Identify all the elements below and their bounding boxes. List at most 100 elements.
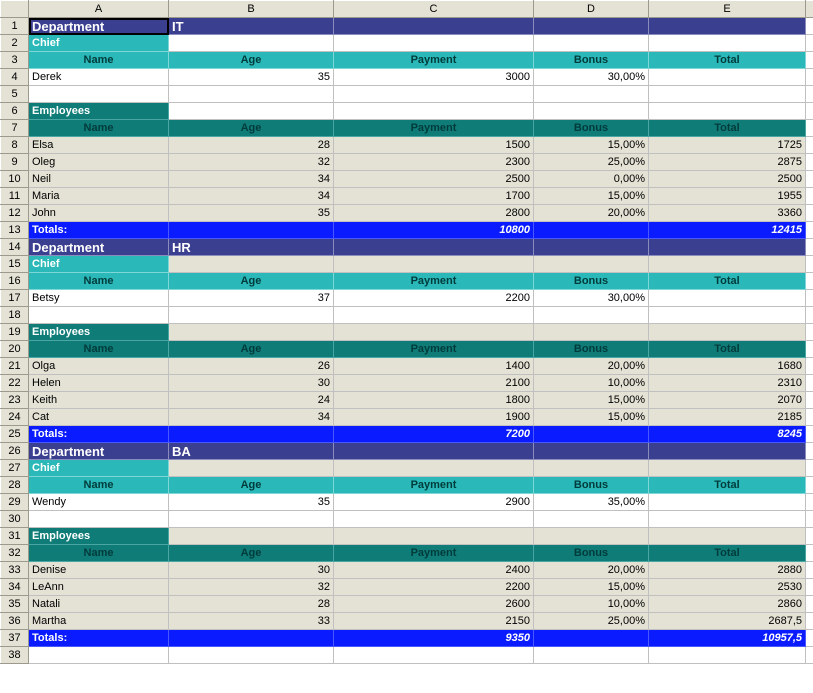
cell-partial[interactable] bbox=[806, 239, 813, 256]
row-header[interactable]: 30 bbox=[1, 511, 29, 528]
cell-partial[interactable] bbox=[806, 392, 813, 409]
empty-cell[interactable] bbox=[29, 511, 169, 528]
row-header[interactable]: 12 bbox=[1, 205, 29, 222]
row-header[interactable]: 18 bbox=[1, 307, 29, 324]
chief-payment[interactable]: 3000 bbox=[334, 69, 534, 86]
cell-partial[interactable] bbox=[806, 630, 813, 647]
emp-name[interactable]: Helen bbox=[29, 375, 169, 392]
empty-cell[interactable] bbox=[29, 86, 169, 103]
empty-cell[interactable] bbox=[334, 460, 534, 477]
empty-cell[interactable] bbox=[334, 647, 534, 664]
emp-total[interactable]: 2070 bbox=[649, 392, 806, 409]
cell-partial[interactable] bbox=[806, 171, 813, 188]
empty-cell[interactable] bbox=[169, 307, 334, 324]
emp-bonus[interactable]: 15,00% bbox=[534, 392, 649, 409]
cell-partial[interactable] bbox=[806, 477, 813, 494]
cell-partial[interactable] bbox=[806, 647, 813, 664]
col-header-A[interactable]: A bbox=[29, 1, 169, 18]
row-header[interactable]: 35 bbox=[1, 596, 29, 613]
emp-age[interactable]: 34 bbox=[169, 188, 334, 205]
empty-cell[interactable] bbox=[169, 511, 334, 528]
empty-cell[interactable] bbox=[534, 324, 649, 341]
chief-name[interactable]: Derek bbox=[29, 69, 169, 86]
row-header[interactable]: 6 bbox=[1, 103, 29, 120]
chief-total[interactable] bbox=[649, 69, 806, 86]
emp-name[interactable]: Natali bbox=[29, 596, 169, 613]
empty-cell[interactable] bbox=[649, 103, 806, 120]
empty-cell[interactable] bbox=[534, 647, 649, 664]
empty-cell[interactable] bbox=[334, 511, 534, 528]
emp-age[interactable]: 28 bbox=[169, 137, 334, 154]
emp-bonus[interactable]: 20,00% bbox=[534, 358, 649, 375]
empty-cell[interactable] bbox=[334, 528, 534, 545]
row-header[interactable]: 7 bbox=[1, 120, 29, 137]
emp-total[interactable]: 1680 bbox=[649, 358, 806, 375]
row-header[interactable]: 20 bbox=[1, 341, 29, 358]
emp-bonus[interactable]: 25,00% bbox=[534, 613, 649, 630]
emp-bonus[interactable]: 15,00% bbox=[534, 409, 649, 426]
emp-payment[interactable]: 2800 bbox=[334, 205, 534, 222]
emp-total[interactable]: 2875 bbox=[649, 154, 806, 171]
col-header-E[interactable]: E bbox=[649, 1, 806, 18]
empty-cell[interactable] bbox=[649, 647, 806, 664]
row-header[interactable]: 32 bbox=[1, 545, 29, 562]
emp-age[interactable]: 34 bbox=[169, 171, 334, 188]
empty-cell[interactable] bbox=[534, 511, 649, 528]
cell-partial[interactable] bbox=[806, 579, 813, 596]
emp-payment[interactable]: 1400 bbox=[334, 358, 534, 375]
row-header[interactable]: 26 bbox=[1, 443, 29, 460]
cell-partial[interactable] bbox=[806, 358, 813, 375]
emp-age[interactable]: 30 bbox=[169, 375, 334, 392]
row-header[interactable]: 2 bbox=[1, 35, 29, 52]
empty-cell[interactable] bbox=[649, 460, 806, 477]
row-header[interactable]: 17 bbox=[1, 290, 29, 307]
emp-name[interactable]: Cat bbox=[29, 409, 169, 426]
emp-age[interactable]: 24 bbox=[169, 392, 334, 409]
emp-name[interactable]: Neil bbox=[29, 171, 169, 188]
empty-cell[interactable] bbox=[334, 307, 534, 324]
row-header[interactable]: 13 bbox=[1, 222, 29, 239]
row-header[interactable]: 24 bbox=[1, 409, 29, 426]
chief-total[interactable] bbox=[649, 290, 806, 307]
row-header[interactable]: 16 bbox=[1, 273, 29, 290]
cell-partial[interactable] bbox=[806, 103, 813, 120]
emp-payment[interactable]: 2600 bbox=[334, 596, 534, 613]
emp-age[interactable]: 32 bbox=[169, 579, 334, 596]
row-header[interactable]: 10 bbox=[1, 171, 29, 188]
row-header[interactable]: 4 bbox=[1, 69, 29, 86]
chief-payment[interactable]: 2200 bbox=[334, 290, 534, 307]
row-header[interactable]: 28 bbox=[1, 477, 29, 494]
emp-age[interactable]: 26 bbox=[169, 358, 334, 375]
chief-total[interactable] bbox=[649, 494, 806, 511]
empty-cell[interactable] bbox=[534, 86, 649, 103]
cell-partial[interactable] bbox=[806, 596, 813, 613]
row-header[interactable]: 25 bbox=[1, 426, 29, 443]
emp-bonus[interactable]: 10,00% bbox=[534, 596, 649, 613]
empty-cell[interactable] bbox=[169, 86, 334, 103]
cell-partial[interactable] bbox=[806, 460, 813, 477]
col-header-C[interactable]: C bbox=[334, 1, 534, 18]
empty-cell[interactable] bbox=[334, 86, 534, 103]
emp-age[interactable]: 33 bbox=[169, 613, 334, 630]
emp-total[interactable]: 2860 bbox=[649, 596, 806, 613]
empty-cell[interactable] bbox=[334, 35, 534, 52]
empty-cell[interactable] bbox=[649, 35, 806, 52]
empty-cell[interactable] bbox=[649, 256, 806, 273]
empty-cell[interactable] bbox=[334, 256, 534, 273]
emp-name[interactable]: Oleg bbox=[29, 154, 169, 171]
cell-partial[interactable] bbox=[806, 375, 813, 392]
row-header[interactable]: 27 bbox=[1, 460, 29, 477]
cell-partial[interactable] bbox=[806, 256, 813, 273]
cell-partial[interactable] bbox=[806, 562, 813, 579]
emp-name[interactable]: John bbox=[29, 205, 169, 222]
emp-total[interactable]: 2687,5 bbox=[649, 613, 806, 630]
cell-partial[interactable] bbox=[806, 154, 813, 171]
chief-age[interactable]: 35 bbox=[169, 69, 334, 86]
empty-cell[interactable] bbox=[534, 460, 649, 477]
chief-name[interactable]: Wendy bbox=[29, 494, 169, 511]
cell-partial[interactable] bbox=[806, 273, 813, 290]
emp-total[interactable]: 2185 bbox=[649, 409, 806, 426]
col-header-partial[interactable] bbox=[806, 1, 813, 18]
emp-bonus[interactable]: 15,00% bbox=[534, 579, 649, 596]
emp-age[interactable]: 28 bbox=[169, 596, 334, 613]
